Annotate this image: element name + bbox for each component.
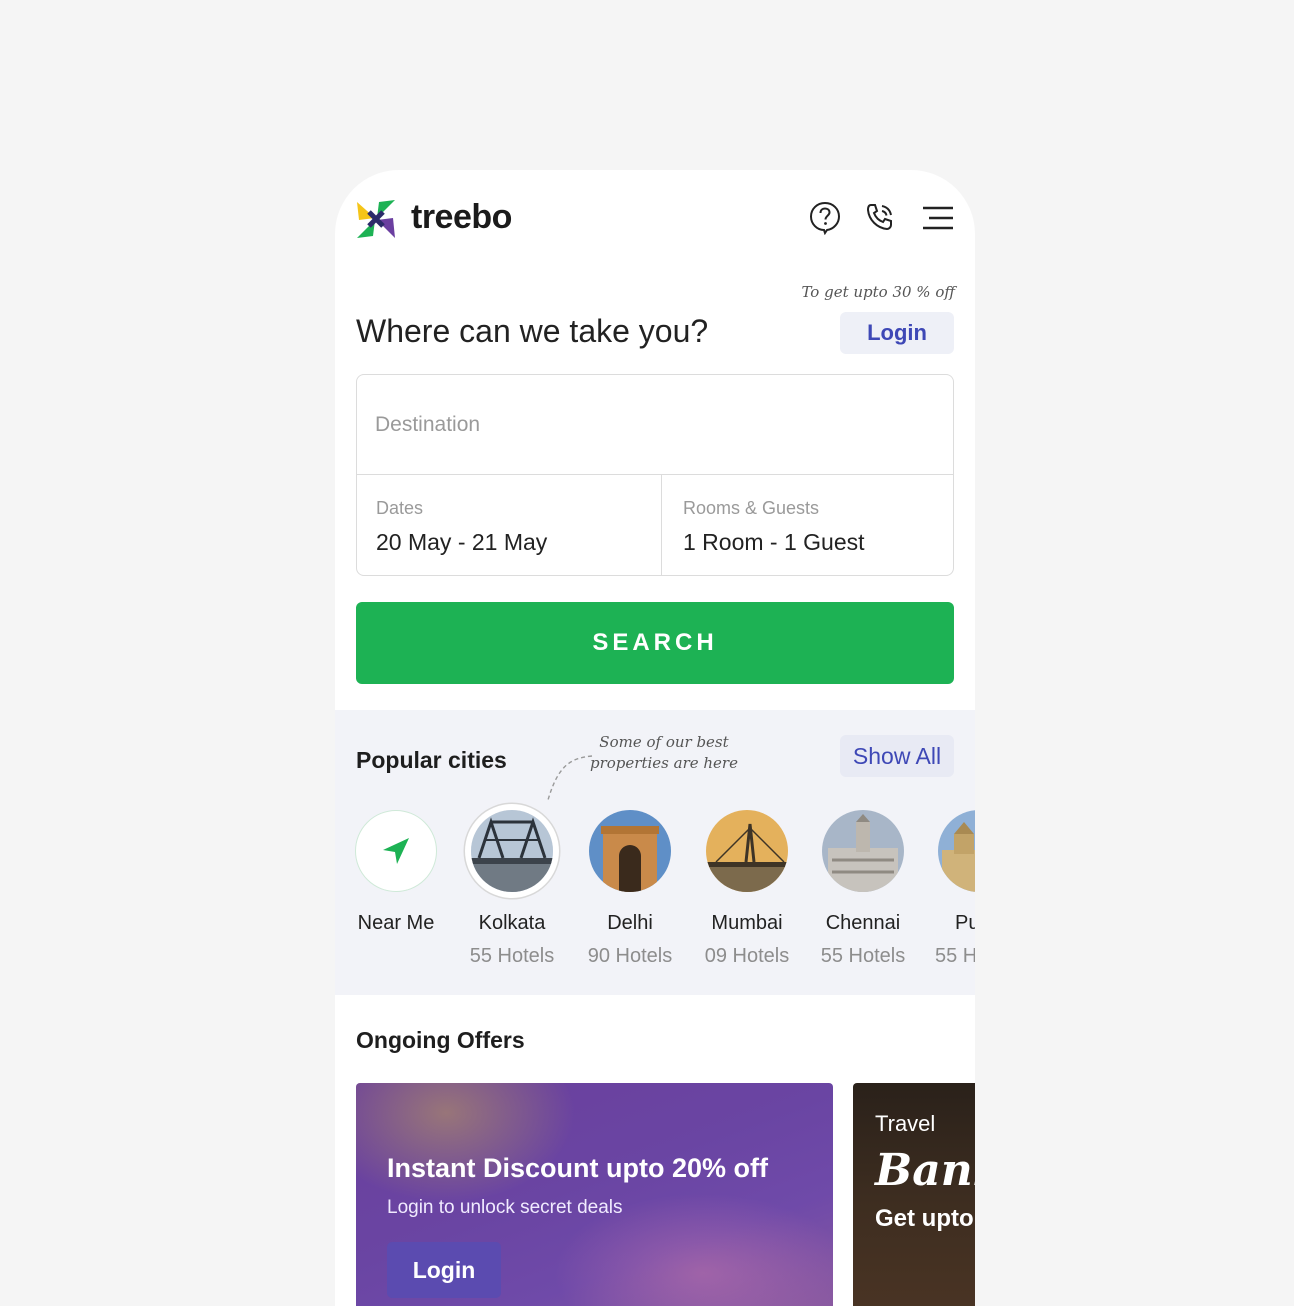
destination-field[interactable] — [357, 375, 953, 475]
brand-name[interactable]: treebo — [411, 198, 512, 237]
ongoing-offers-title: Ongoing Offers — [356, 1027, 525, 1053]
delhi-photo — [589, 810, 671, 892]
city-name: Chennai — [825, 912, 901, 934]
popular-cities-note-line2: properties are here — [590, 754, 738, 772]
kolkata-photo — [471, 810, 553, 892]
offer-eyebrow: Travel — [875, 1111, 936, 1136]
dates-field[interactable]: Dates 20 May - 21 May — [357, 475, 662, 575]
city-near-me[interactable]: Near Me — [338, 810, 454, 935]
offer-subtitle: Login to unlock secret deals — [387, 1197, 623, 1218]
city-pune[interactable]: Pu 55 H — [913, 810, 975, 968]
offer-subtitle: Get upto — [875, 1205, 974, 1232]
hotel-count: 09 Hotels — [704, 945, 790, 967]
menu-icon[interactable] — [919, 200, 955, 236]
city-chennai[interactable]: Chennai 55 Hotels — [805, 810, 921, 968]
mumbai-photo — [706, 810, 788, 892]
curved-arrow-icon — [547, 755, 593, 801]
pune-photo — [938, 810, 975, 892]
popular-cities-section: Popular cities Some of our best properti… — [335, 710, 975, 995]
rooms-guests-value: 1 Room - 1 Guest — [683, 529, 865, 555]
dates-value: 20 May - 21 May — [376, 529, 548, 555]
popular-cities-title: Popular cities — [356, 747, 507, 773]
city-name: Delhi — [607, 912, 653, 934]
hotel-count: 55 Hotels — [820, 945, 906, 967]
popular-cities-note: Some of our best properties are here — [590, 732, 738, 774]
treebo-logo-icon — [357, 200, 395, 238]
login-promo-note: To get upto 30 % off — [801, 283, 955, 301]
rooms-guests-field[interactable]: Rooms & Guests 1 Room - 1 Guest — [662, 475, 954, 575]
city-mumbai[interactable]: Mumbai 09 Hotels — [689, 810, 805, 968]
city-name: Mumbai — [711, 912, 783, 934]
offer-card-instant-discount[interactable]: Instant Discount upto 20% off Login to u… — [356, 1083, 833, 1306]
popular-cities-note-line1: Some of our best — [599, 733, 729, 751]
chennai-photo — [822, 810, 904, 892]
phone-icon[interactable] — [862, 200, 898, 236]
city-delhi[interactable]: Delhi 90 Hotels — [572, 810, 688, 968]
offer-card-travel-bank[interactable]: Travel Bank Get upto — [853, 1083, 975, 1306]
city-name: Kolkata — [478, 912, 546, 934]
destination-input[interactable] — [375, 413, 935, 437]
hotel-count: 55 Hotels — [469, 945, 555, 967]
hotel-count: 55 H — [935, 945, 975, 967]
offer-brand: Bank — [875, 1145, 975, 1196]
search-button[interactable]: SEARCH — [356, 602, 954, 684]
page-title: Where can we take you? — [356, 313, 709, 349]
city-name: Near Me — [357, 912, 435, 934]
app-screen: treebo To get upto 30 % off Where can we… — [335, 170, 975, 1306]
hotel-count: 90 Hotels — [587, 945, 673, 967]
offer-login-button[interactable]: Login — [387, 1242, 501, 1298]
offer-title: Instant Discount upto 20% off — [387, 1153, 768, 1183]
search-form: Dates 20 May - 21 May Rooms & Guests 1 R… — [356, 374, 954, 576]
dates-label: Dates — [376, 498, 424, 518]
app-header: treebo — [335, 170, 975, 270]
rooms-guests-label: Rooms & Guests — [683, 498, 820, 518]
show-all-button[interactable]: Show All — [840, 735, 954, 777]
city-kolkata[interactable]: Kolkata 55 Hotels — [454, 810, 570, 968]
location-arrow-icon — [355, 810, 437, 892]
login-button[interactable]: Login — [840, 312, 954, 354]
city-name: Pu — [955, 912, 975, 934]
help-icon[interactable] — [807, 200, 843, 236]
